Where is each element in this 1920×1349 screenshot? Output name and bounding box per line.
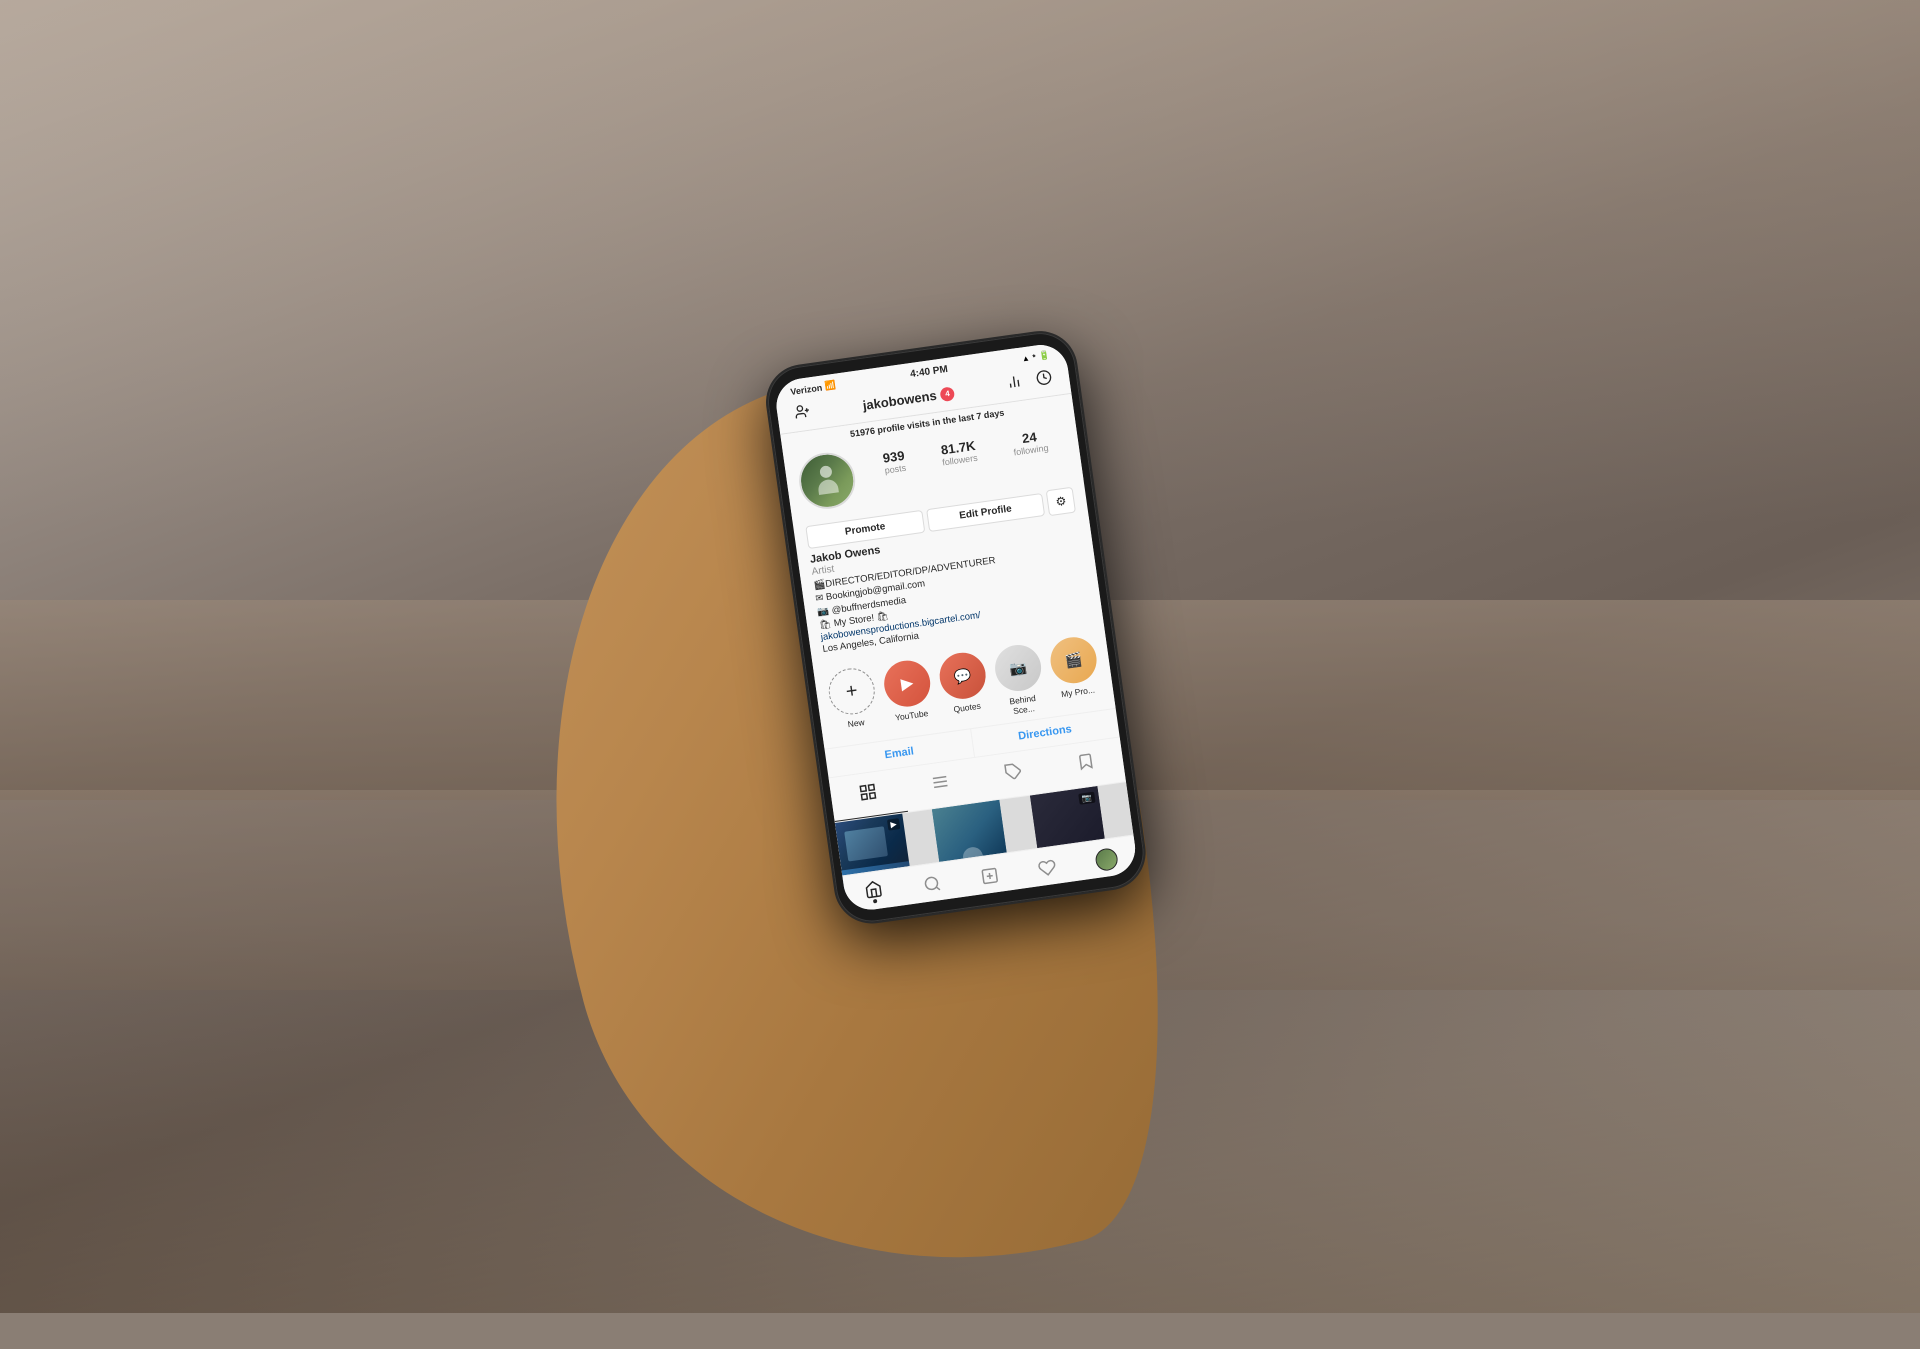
highlight-label-youtube: YouTube	[894, 708, 928, 723]
highlight-label-mypro: My Pro...	[1061, 685, 1096, 700]
tab-saved[interactable]	[1047, 738, 1126, 792]
settings-button[interactable]: ⚙	[1046, 486, 1076, 515]
avatar-body	[817, 478, 839, 495]
posts-label: posts	[884, 462, 907, 475]
highlight-label-behind: Behind Sce...	[999, 692, 1047, 718]
posts-stat: 939 posts	[882, 447, 907, 475]
avatar-inner	[798, 451, 857, 510]
avatar-person	[810, 463, 844, 497]
highlight-circle-youtube: ▶	[881, 658, 933, 710]
visits-count: 51976	[849, 425, 875, 438]
power-button	[1084, 427, 1092, 463]
nav-add-post[interactable]	[979, 865, 1001, 886]
notification-badge: 4	[940, 385, 956, 401]
highlight-circle-quotes: 💬	[937, 650, 989, 702]
profile-avatar	[796, 449, 859, 512]
signal-icon: ▲	[1021, 353, 1030, 363]
username-text: jakobowens	[862, 387, 938, 412]
highlight-label-quotes: Quotes	[953, 701, 982, 715]
avatar-container[interactable]	[796, 449, 859, 512]
wifi-icon: 📶	[824, 379, 837, 391]
following-stat: 24 following	[1011, 427, 1049, 457]
followers-stat: 81.7K followers	[940, 437, 979, 467]
highlight-circle-behind: 📷	[992, 642, 1044, 694]
bluetooth-icon: *	[1032, 352, 1036, 361]
highlight-quotes[interactable]: 💬 Quotes	[937, 650, 992, 726]
status-right: ▲ * 🔋	[1021, 349, 1051, 364]
username-display: jakobowens 4	[862, 385, 956, 413]
highlight-behind[interactable]: 📷 Behind Sce...	[992, 642, 1047, 718]
highlight-circle-mypro: 🎬	[1048, 634, 1100, 686]
add-person-icon[interactable]	[792, 402, 813, 425]
battery-icon: 🔋	[1038, 349, 1051, 361]
nav-right-icons	[1004, 368, 1054, 395]
active-dot	[873, 898, 878, 903]
nav-heart[interactable]	[1036, 857, 1058, 878]
carrier-text: Verizon	[790, 382, 823, 396]
highlight-circle-new: +	[826, 665, 878, 717]
nav-home[interactable]	[863, 878, 886, 904]
avatar-head	[819, 465, 833, 479]
scene: Verizon 📶 4:40 PM ▲ * 🔋	[610, 107, 1310, 1207]
highlight-youtube[interactable]: ▶ YouTube	[881, 658, 936, 734]
thumb-overlay-1: ▶	[887, 818, 901, 831]
insights-icon[interactable]	[1004, 372, 1025, 395]
highlight-mypro[interactable]: 🎬 My Pro...	[1048, 634, 1103, 710]
highlight-label-new: New	[847, 717, 865, 729]
highlight-new[interactable]: + New	[826, 665, 881, 741]
nav-profile[interactable]	[1094, 846, 1119, 871]
nav-search[interactable]	[921, 873, 943, 894]
clock-icon[interactable]	[1034, 368, 1055, 391]
